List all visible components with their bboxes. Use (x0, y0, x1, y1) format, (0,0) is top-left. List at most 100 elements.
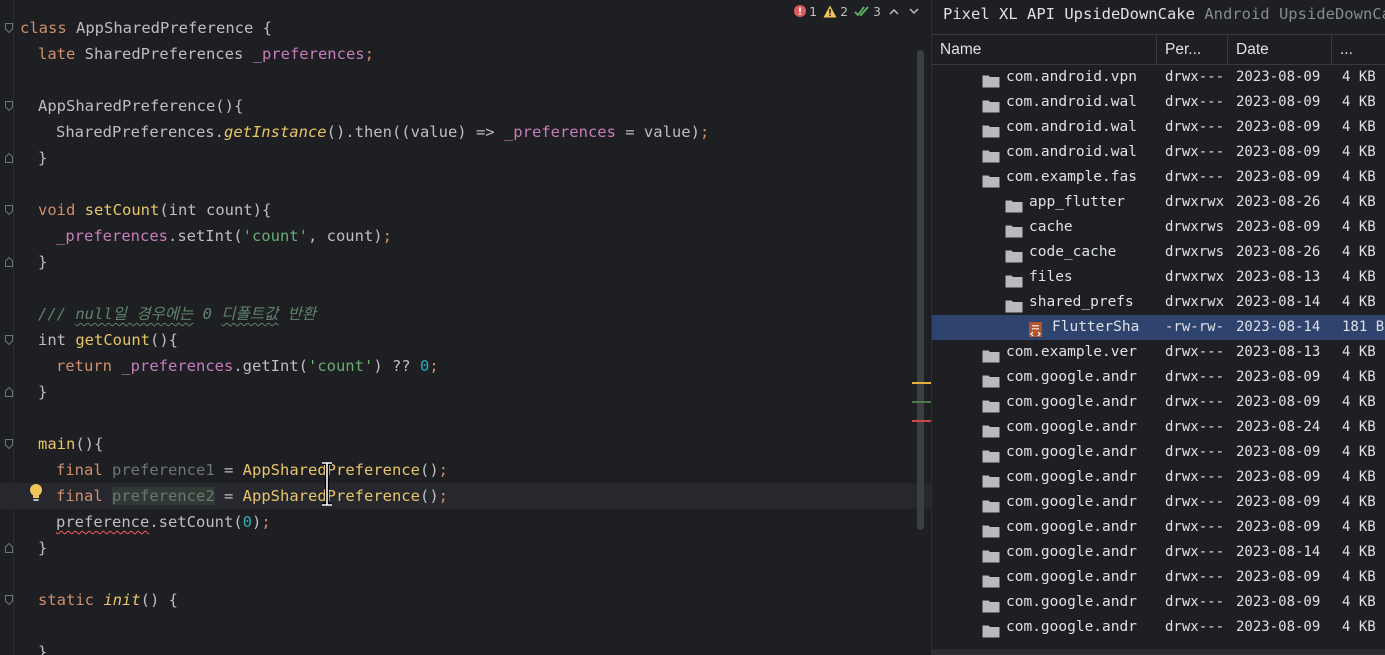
file-date: 2023-08-13 (1236, 269, 1321, 285)
fold-marker[interactable] (5, 145, 13, 171)
code-line-14[interactable]: return _preferences.getInt('count') ?? 0… (0, 353, 931, 379)
fold-marker[interactable] (5, 431, 13, 457)
table-row[interactable]: com.example.ver drwx--- 2023-08-13 4 KB (932, 340, 1385, 365)
table-row[interactable]: shared_prefs drwxrwx 2023-08-14 4 KB (932, 290, 1385, 315)
typo-marker[interactable] (912, 401, 931, 403)
code-editor[interactable]: 1 2 3 class AppSharedPreference { late S… (0, 0, 931, 655)
file-name: FlutterSha (1052, 319, 1140, 335)
file-name: com.google.andr (1006, 444, 1137, 460)
code-line-4[interactable]: AppSharedPreference(){ (0, 93, 931, 119)
code-line-20[interactable]: preference.setCount(0); (0, 509, 931, 535)
file-permissions: drwx--- (1165, 469, 1225, 485)
file-permissions: drwx--- (1165, 419, 1225, 435)
file-size: 4 KB (1342, 369, 1376, 385)
code-line-17[interactable]: main(){ (0, 431, 931, 457)
table-row[interactable]: com.android.vpn drwx--- 2023-08-09 4 KB (932, 65, 1385, 90)
file-date: 2023-08-26 (1236, 194, 1321, 210)
column-permissions[interactable]: Per... (1157, 35, 1228, 64)
folder-icon (1005, 296, 1023, 312)
code-line-8[interactable]: void setCount(int count){ (0, 197, 931, 223)
file-size: 181 B (1342, 319, 1385, 335)
file-date: 2023-08-09 (1236, 519, 1321, 535)
horizontal-scrollbar[interactable] (932, 649, 1385, 655)
code-line-2[interactable]: late SharedPreferences _preferences; (0, 41, 931, 67)
table-row[interactable]: com.google.andr drwx--- 2023-08-09 4 KB (932, 390, 1385, 415)
lightbulb-icon[interactable] (28, 483, 44, 507)
row-name-cell: com.android.wal (982, 115, 1157, 140)
row-name-cell: com.google.andr (982, 490, 1157, 515)
folder-icon (982, 146, 1000, 162)
fold-marker[interactable] (5, 327, 13, 353)
table-row[interactable]: app_flutter drwxrwx 2023-08-26 4 KB (932, 190, 1385, 215)
fold-marker[interactable] (5, 587, 13, 613)
row-name-cell: com.google.andr (982, 415, 1157, 440)
table-row[interactable]: files drwxrwx 2023-08-13 4 KB (932, 265, 1385, 290)
folder-icon (982, 621, 1000, 637)
file-size: 4 KB (1342, 519, 1376, 535)
file-name: com.example.ver (1006, 344, 1137, 360)
row-name-cell: com.google.andr (982, 465, 1157, 490)
code-line-21[interactable]: } (0, 535, 931, 561)
table-row[interactable]: com.google.andr drwx--- 2023-08-09 4 KB (932, 615, 1385, 640)
file-date: 2023-08-09 (1236, 144, 1321, 160)
table-row[interactable]: cache drwxrws 2023-08-09 4 KB (932, 215, 1385, 240)
fold-marker[interactable] (5, 197, 13, 223)
table-row[interactable]: code_cache drwxrws 2023-08-26 4 KB (932, 240, 1385, 265)
file-date: 2023-08-09 (1236, 494, 1321, 510)
table-row[interactable]: com.android.wal drwx--- 2023-08-09 4 KB (932, 140, 1385, 165)
file-size: 4 KB (1342, 569, 1376, 585)
file-date: 2023-08-09 (1236, 169, 1321, 185)
editor-scrollbar[interactable] (917, 50, 924, 530)
fold-marker[interactable] (5, 535, 13, 561)
fold-marker[interactable] (5, 379, 13, 405)
file-name: com.google.andr (1006, 619, 1137, 635)
table-row[interactable]: com.android.wal drwx--- 2023-08-09 4 KB (932, 115, 1385, 140)
table-row[interactable]: com.google.andr drwx--- 2023-08-14 4 KB (932, 540, 1385, 565)
column-size[interactable]: ... (1332, 35, 1385, 64)
code-line-15[interactable]: } (0, 379, 931, 405)
code-line-18[interactable]: final preference1 = AppSharedPreference(… (0, 457, 931, 483)
file-name: com.google.andr (1006, 519, 1137, 535)
code-line-25[interactable]: } (0, 639, 931, 655)
code-line-12[interactable]: /// null일 경우에는 0 디폴트값 반환 (0, 301, 931, 327)
table-row[interactable]: com.google.andr drwx--- 2023-08-09 4 KB (932, 490, 1385, 515)
code-line-6[interactable]: } (0, 145, 931, 171)
fold-marker[interactable] (5, 93, 13, 119)
table-row[interactable]: com.google.andr drwx--- 2023-08-09 4 KB (932, 465, 1385, 490)
file-permissions: drwx--- (1165, 344, 1225, 360)
column-date[interactable]: Date (1228, 35, 1332, 64)
column-name[interactable]: Name (932, 35, 1157, 64)
fold-marker[interactable] (5, 15, 13, 41)
file-permissions: drwxrwx (1165, 294, 1225, 310)
code-line-23[interactable]: static init() { (0, 587, 931, 613)
code-line-10[interactable]: } (0, 249, 931, 275)
table-row[interactable]: com.android.wal drwx--- 2023-08-09 4 KB (932, 90, 1385, 115)
code-line-19[interactable]: final preference2 = AppSharedPreference(… (0, 483, 931, 509)
file-size: 4 KB (1342, 294, 1376, 310)
file-permissions: drwx--- (1165, 519, 1225, 535)
table-row[interactable]: com.google.andr drwx--- 2023-08-09 4 KB (932, 365, 1385, 390)
file-permissions: drwxrws (1165, 244, 1225, 260)
table-row[interactable]: FlutterSha -rw-rw- 2023-08-14 181 B (932, 315, 1385, 340)
row-name-cell: com.google.andr (982, 565, 1157, 590)
table-row[interactable]: com.example.fas drwx--- 2023-08-09 4 KB (932, 165, 1385, 190)
table-row[interactable]: com.google.andr drwx--- 2023-08-09 4 KB (932, 440, 1385, 465)
file-name: files (1029, 269, 1073, 285)
file-name: com.google.andr (1006, 394, 1137, 410)
code-line-13[interactable]: int getCount(){ (0, 327, 931, 353)
code-line-1[interactable]: class AppSharedPreference { (0, 15, 931, 41)
file-date: 2023-08-26 (1236, 244, 1321, 260)
error-marker[interactable] (912, 420, 931, 422)
table-row[interactable]: com.google.andr drwx--- 2023-08-09 4 KB (932, 590, 1385, 615)
code-line-9[interactable]: _preferences.setInt('count', count); (0, 223, 931, 249)
code-line-5[interactable]: SharedPreferences.getInstance().then((va… (0, 119, 931, 145)
folder-icon (982, 521, 1000, 537)
warning-marker[interactable] (912, 382, 931, 384)
table-row[interactable]: com.google.andr drwx--- 2023-08-09 4 KB (932, 515, 1385, 540)
file-name: app_flutter (1029, 194, 1126, 210)
row-name-cell: code_cache (1005, 240, 1157, 265)
fold-marker[interactable] (5, 249, 13, 275)
table-row[interactable]: com.google.andr drwx--- 2023-08-09 4 KB (932, 565, 1385, 590)
table-row[interactable]: com.google.andr drwx--- 2023-08-24 4 KB (932, 415, 1385, 440)
device-selector[interactable]: Pixel XL API UpsideDownCake Android Upsi… (932, 0, 1385, 28)
